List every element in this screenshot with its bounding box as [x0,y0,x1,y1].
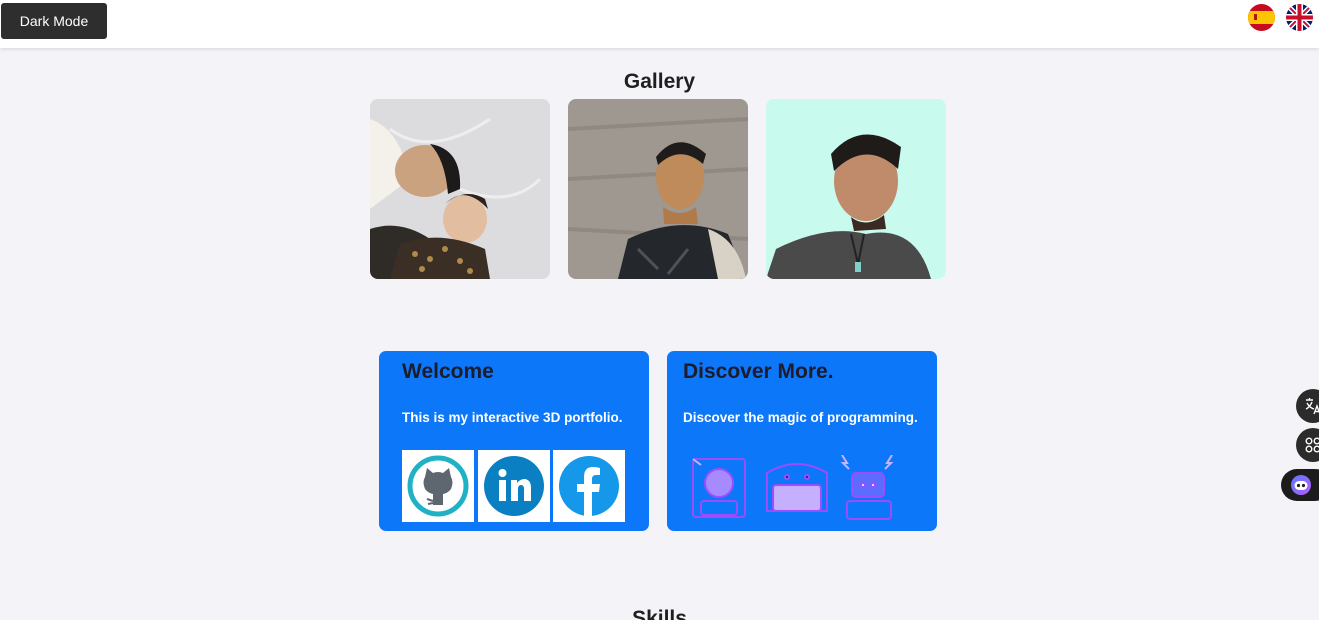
linkedin-icon [484,456,544,516]
linkedin-link[interactable] [478,450,550,522]
github-link[interactable] [402,450,474,522]
apps-grid-icon [1305,437,1319,453]
gallery-title: Gallery [623,70,696,93]
assistant-button[interactable] [1281,469,1319,501]
apps-button[interactable] [1296,428,1319,462]
robot-electric-icon [840,455,894,520]
dark-mode-button[interactable]: Dark Mode [1,3,107,39]
robot-astronaut-icon [692,458,746,518]
translate-button[interactable] [1296,389,1319,423]
robot-laptop-icon [766,463,828,512]
assistant-face-icon [1291,475,1311,495]
github-icon [407,455,469,517]
welcome-card-text: This is my interactive 3D portfolio. [402,410,623,425]
gallery-photo-mint[interactable] [766,99,946,279]
facebook-icon [559,456,619,517]
welcome-card: Welcome This is my interactive 3D portfo… [379,351,649,531]
discover-card: Discover More. Discover the magic of pro… [667,351,937,531]
spain-flag-icon[interactable] [1248,4,1275,31]
robots-illustration [692,455,894,520]
facebook-link[interactable] [553,450,625,522]
skills-title: Skills [632,607,687,620]
uk-flag-icon[interactable] [1286,4,1313,31]
gallery-photo-illustrated[interactable] [568,99,748,279]
top-bar: Dark Mode [0,0,1319,48]
welcome-card-title: Welcome [402,360,494,383]
discover-card-title: Discover More. [683,360,834,383]
translate-icon [1305,398,1319,415]
gallery-photo-family[interactable] [370,99,550,279]
discover-card-text: Discover the magic of programming. [683,410,918,425]
